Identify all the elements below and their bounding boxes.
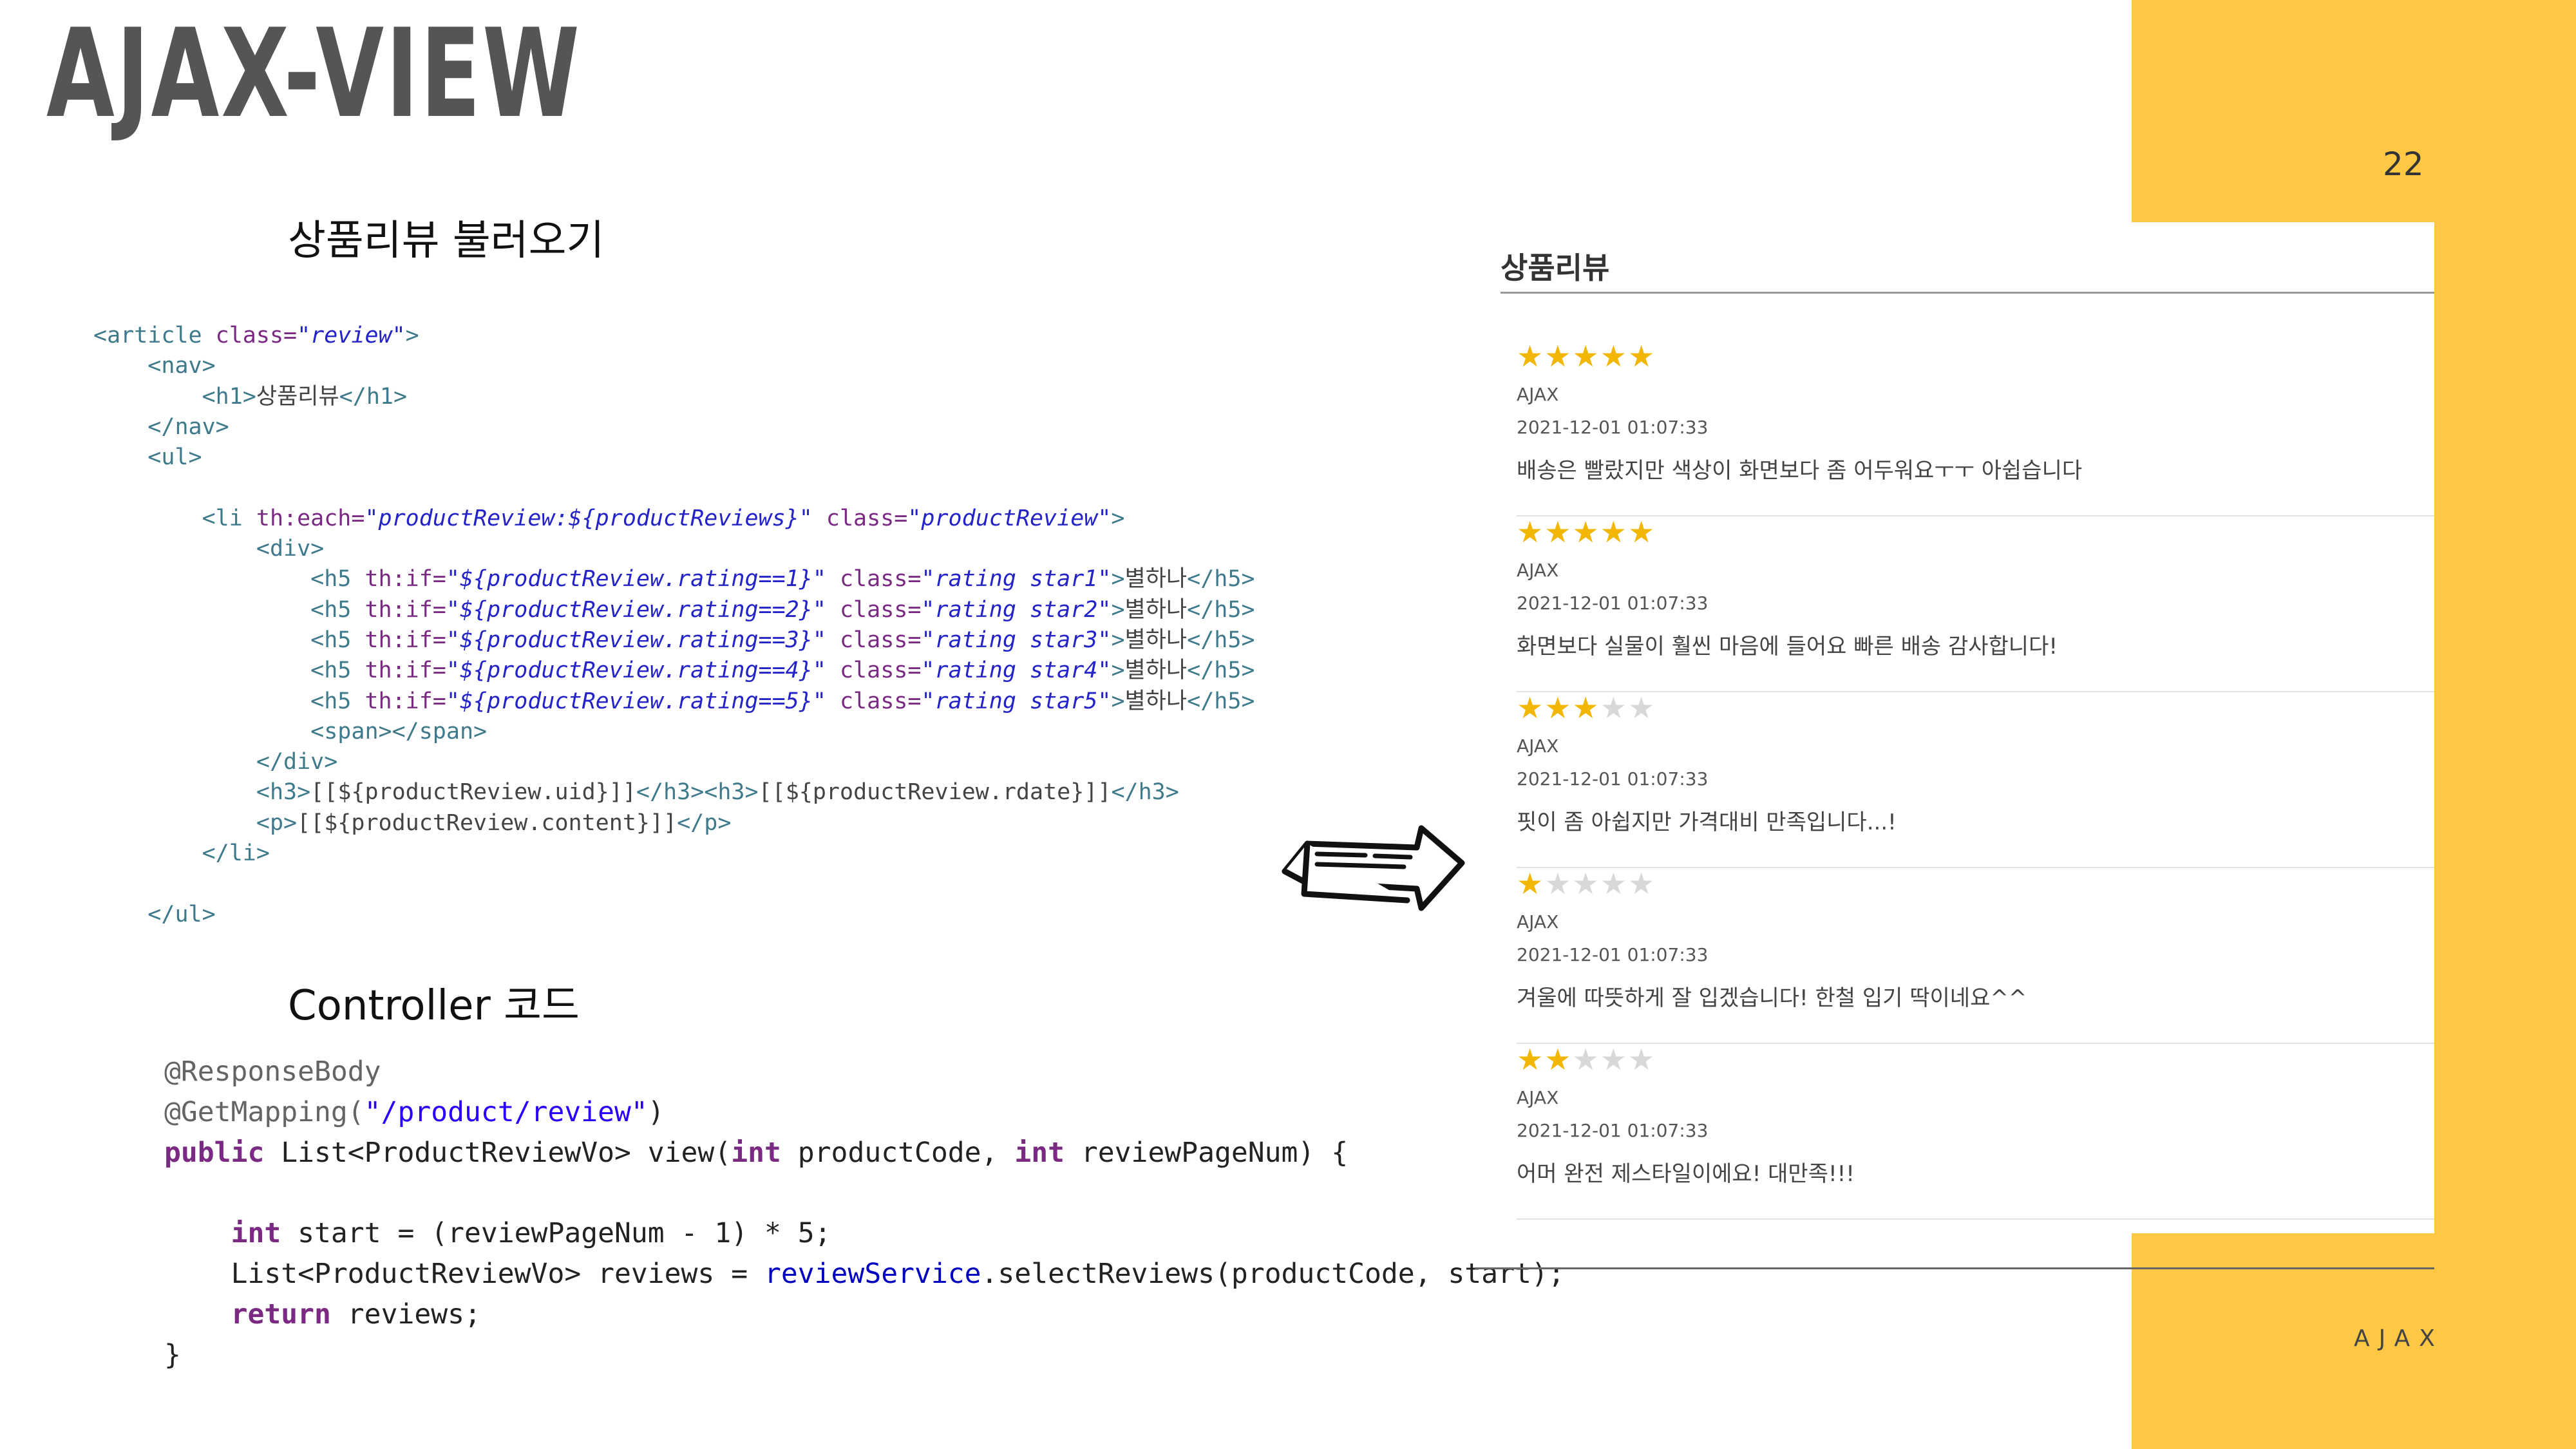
star-filled-icon: ★ xyxy=(1544,1042,1571,1077)
star-empty-icon: ★ xyxy=(1628,866,1655,901)
review-author: AJAX xyxy=(1517,735,1559,757)
review-item: ★ ★ ★ ★ ★ AJAX 2021-12-01 01:07:33 핏이 좀 아쉽지만… xyxy=(1517,692,2434,868)
star-empty-icon: ★ xyxy=(1572,1042,1599,1077)
star-filled-icon: ★ xyxy=(1517,690,1544,725)
star-filled-icon: ★ xyxy=(1572,339,1599,374)
star-filled-icon: ★ xyxy=(1544,339,1571,374)
review-date: 2021-12-01 01:07:33 xyxy=(1517,944,1709,965)
star-filled-icon: ★ xyxy=(1544,515,1571,549)
review-author: AJAX xyxy=(1517,1087,1559,1108)
review-author: AJAX xyxy=(1517,384,1559,405)
page-number: 22 xyxy=(2383,146,2424,183)
star-rating: ★ ★ ★ ★ ★ xyxy=(1517,867,1654,900)
star-empty-icon: ★ xyxy=(1600,866,1627,901)
review-panel-title: 상품리뷰 xyxy=(1501,251,1610,285)
review-content: 핏이 좀 아쉽지만 가격대비 만족입니다...! xyxy=(1517,810,1897,835)
star-empty-icon: ★ xyxy=(1600,690,1627,725)
review-date: 2021-12-01 01:07:33 xyxy=(1517,768,1709,790)
star-rating: ★ ★ ★ ★ ★ xyxy=(1517,692,1654,724)
product-review-panel: 상품리뷰 ★ ★ ★ ★ ★ AJAX 2021-12-01 01:07:33 배송은 … xyxy=(1501,225,2434,1224)
star-rating: ★ ★ ★ ★ ★ xyxy=(1517,340,1654,372)
star-filled-icon: ★ xyxy=(1544,690,1571,725)
right-arrow-icon xyxy=(1282,825,1465,911)
review-author: AJAX xyxy=(1517,911,1559,933)
review-item: ★ ★ ★ ★ ★ AJAX 2021-12-01 01:07:33 배송은 빨랐지만 … xyxy=(1517,340,2434,516)
star-empty-icon: ★ xyxy=(1628,1042,1655,1077)
review-content: 화면보다 실물이 훨씬 마음에 들어요 빠른 배송 감사합니다! xyxy=(1517,634,2058,659)
star-filled-icon: ★ xyxy=(1600,515,1627,549)
review-content: 어머 완전 제스타일이에요! 대만족!!! xyxy=(1517,1161,1855,1187)
slide-title: AJAX-VIEW xyxy=(46,3,582,145)
star-filled-icon: ★ xyxy=(1517,1042,1544,1077)
controller-code-heading: Controller 코드 xyxy=(288,982,580,1030)
review-title-divider xyxy=(1501,292,2434,294)
star-filled-icon: ★ xyxy=(1628,339,1655,374)
star-filled-icon: ★ xyxy=(1517,866,1544,901)
star-filled-icon: ★ xyxy=(1572,690,1599,725)
footer-divider xyxy=(1475,1267,2434,1269)
star-empty-icon: ★ xyxy=(1572,866,1599,901)
star-filled-icon: ★ xyxy=(1517,339,1544,374)
star-filled-icon: ★ xyxy=(1600,339,1627,374)
review-author: AJAX xyxy=(1517,560,1559,581)
review-content: 배송은 빨랐지만 색상이 화면보다 좀 어두워요ㅜㅜ 아쉽습니다 xyxy=(1517,458,2083,484)
review-load-heading: 상품리뷰 불러오기 xyxy=(288,217,605,265)
review-item: ★ ★ ★ ★ ★ AJAX 2021-12-01 01:07:33 어머 완전 제스타… xyxy=(1517,1043,2434,1220)
accent-bar-right xyxy=(2434,0,2576,1449)
star-filled-icon: ★ xyxy=(1572,515,1599,549)
review-item: ★ ★ ★ ★ ★ AJAX 2021-12-01 01:07:33 화면보다 실물이 … xyxy=(1517,516,2434,692)
star-empty-icon: ★ xyxy=(1628,690,1655,725)
footer-label: AJAX xyxy=(2354,1325,2444,1352)
review-date: 2021-12-01 01:07:33 xyxy=(1517,592,1709,614)
review-item: ★ ★ ★ ★ ★ AJAX 2021-12-01 01:07:33 겨울에 따뜻하게 … xyxy=(1517,867,2434,1044)
review-date: 2021-12-01 01:07:33 xyxy=(1517,417,1709,438)
star-filled-icon: ★ xyxy=(1517,515,1544,549)
review-content: 겨울에 따뜻하게 잘 입겠습니다! 한철 입기 딱이네요^^ xyxy=(1517,985,2027,1011)
html-code-snippet: <article class="review"> <nav> <h1>상품리뷰<… xyxy=(93,323,1255,927)
star-empty-icon: ★ xyxy=(1544,866,1571,901)
star-filled-icon: ★ xyxy=(1628,515,1655,549)
review-date: 2021-12-01 01:07:33 xyxy=(1517,1120,1709,1141)
star-rating: ★ ★ ★ ★ ★ xyxy=(1517,516,1654,548)
star-rating: ★ ★ ★ ★ ★ xyxy=(1517,1043,1654,1075)
star-empty-icon: ★ xyxy=(1600,1042,1627,1077)
java-controller-code: @ResponseBody @GetMapping("/product/revi… xyxy=(164,1056,1565,1371)
